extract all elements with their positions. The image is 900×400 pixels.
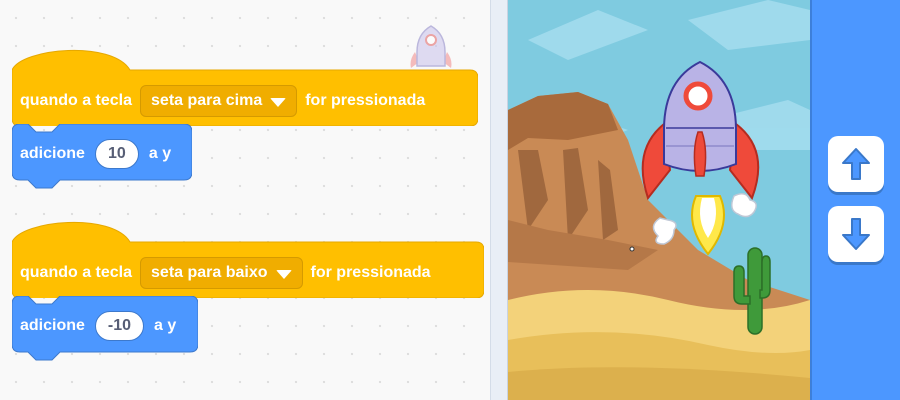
down-arrow-button[interactable] bbox=[828, 206, 884, 262]
hat-prefix-text: quando a tecla bbox=[20, 264, 133, 281]
change-y-suffix: a y bbox=[148, 145, 172, 162]
stage[interactable] bbox=[508, 0, 810, 400]
code-area[interactable]: quando a tecla seta para cima for pressi… bbox=[0, 0, 490, 400]
up-arrow-button[interactable] bbox=[828, 136, 884, 192]
chevron-down-icon bbox=[270, 97, 287, 107]
y-amount-input[interactable]: 10 bbox=[94, 139, 139, 169]
hat-prefix-text: quando a tecla bbox=[20, 92, 133, 109]
change-y-suffix: a y bbox=[154, 317, 177, 334]
arrow-buttons-panel bbox=[810, 0, 900, 400]
key-dropdown-value: seta para cima bbox=[151, 92, 263, 109]
arrow-down-icon bbox=[842, 218, 870, 250]
y-amount-input[interactable]: -10 bbox=[94, 311, 145, 341]
change-y-verb: adicione bbox=[20, 145, 85, 162]
panel-divider bbox=[490, 0, 508, 400]
hat-suffix-text: for pressionada bbox=[310, 264, 431, 281]
key-dropdown[interactable]: seta para baixo bbox=[140, 257, 303, 289]
hat-suffix-text: for pressionada bbox=[305, 92, 426, 109]
arrow-up-icon bbox=[842, 148, 870, 180]
change-y-verb: adicione bbox=[20, 317, 85, 334]
chevron-down-icon bbox=[275, 269, 292, 279]
key-dropdown-value: seta para baixo bbox=[151, 264, 268, 281]
key-dropdown[interactable]: seta para cima bbox=[140, 85, 298, 117]
